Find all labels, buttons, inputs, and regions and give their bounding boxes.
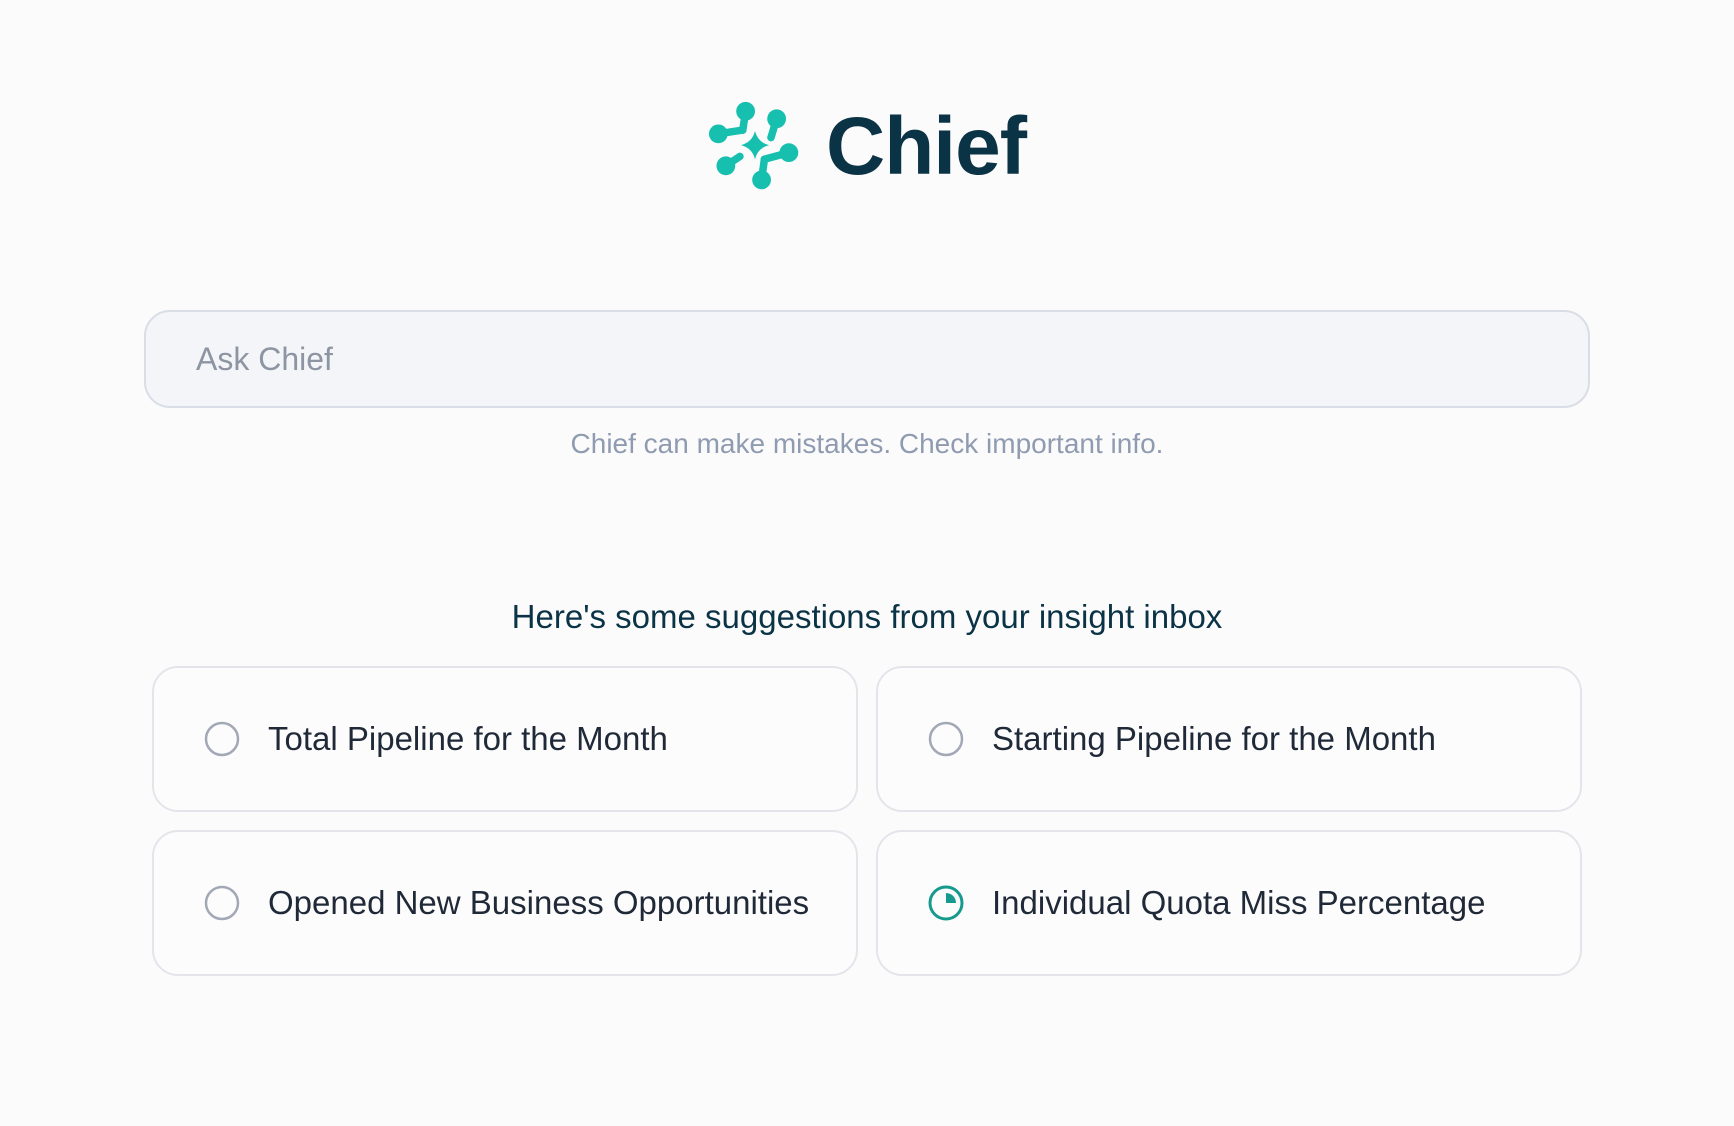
chief-logo-icon — [708, 101, 799, 190]
ask-chief-bar[interactable] — [144, 310, 1590, 408]
suggestion-card[interactable]: Total Pipeline for the Month — [152, 666, 858, 812]
brand-name: Chief — [826, 101, 1027, 192]
suggestion-label: Total Pipeline for the Month — [268, 720, 668, 757]
suggestion-label: Opened New Business Opportunities — [268, 884, 810, 921]
suggestion-card[interactable]: Opened New Business Opportunities — [152, 830, 858, 976]
suggestions-heading: Here's some suggestions from your insigh… — [511, 598, 1223, 635]
disclaimer-text: Chief can make mistakes. Check important… — [570, 428, 1164, 459]
ask-chief-input[interactable] — [194, 339, 1588, 379]
empty-circle-icon — [928, 721, 964, 757]
suggestion-card[interactable]: Individual Quota Miss Percentage — [876, 830, 1582, 976]
suggestion-card[interactable]: Starting Pipeline for the Month — [876, 666, 1582, 812]
suggestion-label: Individual Quota Miss Percentage — [992, 884, 1486, 921]
brand-logo: Chief — [708, 100, 1027, 194]
loading-pie-icon — [928, 885, 964, 921]
suggestion-label: Starting Pipeline for the Month — [992, 720, 1436, 757]
empty-circle-icon — [204, 885, 240, 921]
empty-circle-icon — [204, 721, 240, 757]
